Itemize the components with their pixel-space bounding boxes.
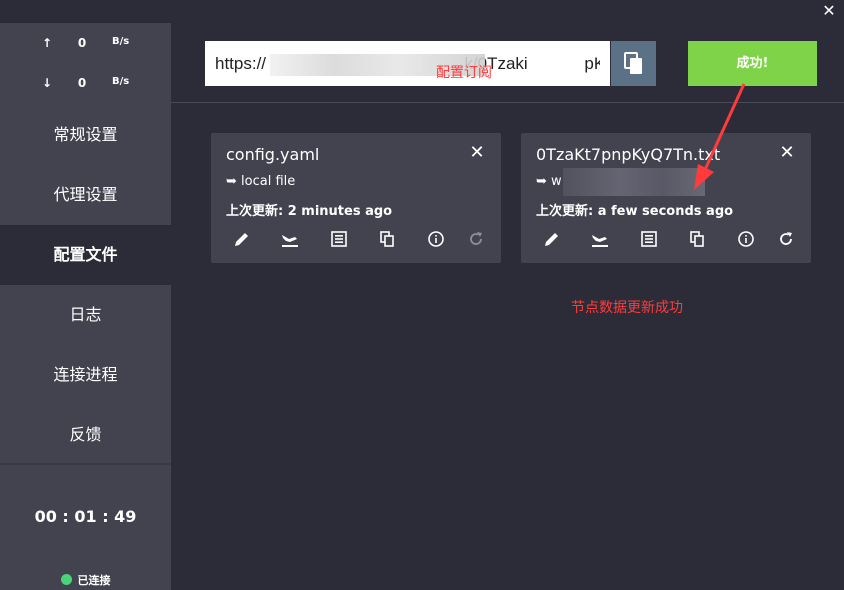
upload-unit: B/s (112, 36, 130, 47)
status-label: 已连接 (77, 574, 111, 587)
edit-icon[interactable] (541, 228, 563, 250)
close-icon[interactable]: ✕ (777, 143, 797, 163)
nav-general[interactable]: 常规设置 (0, 105, 171, 165)
download-unit: B/s (112, 76, 130, 87)
window-close-icon[interactable]: ✕ (820, 2, 838, 20)
title-bar: ✕ (0, 0, 844, 23)
uptime-timer: 00 : 01 : 49 (34, 507, 137, 526)
connection-status: 已连接 (0, 572, 171, 588)
refresh-icon[interactable] (465, 228, 487, 250)
profile-source: ➥ local file (226, 174, 296, 189)
status-dot-icon (60, 574, 72, 585)
refresh-icon[interactable] (775, 228, 797, 250)
speed-panel: ↑ 0 B/s ↓ 0 B/s (0, 23, 171, 103)
sidebar: ↑ 0 B/s ↓ 0 B/s 常规设置 代理设置 配置文件 日志 连接进程 反… (0, 23, 171, 590)
profile-card[interactable]: config.yaml ✕ ➥ local file 上次更新: 2 minut… (211, 133, 501, 263)
nav-feedback[interactable]: 反馈 (0, 405, 171, 465)
download-value: 0 (77, 76, 87, 90)
upload-arrow-icon: ↑ (42, 36, 53, 50)
download-speed: ↓ 0 B/s (0, 76, 171, 96)
list-icon[interactable] (328, 228, 350, 250)
profile-actions (223, 228, 493, 250)
profile-name: config.yaml (226, 145, 320, 164)
download-arrow-icon: ↓ (42, 76, 53, 90)
info-icon[interactable] (425, 228, 447, 250)
paste-icon (623, 51, 642, 74)
annotation-arrow-icon (694, 83, 746, 190)
source-redaction-blur (563, 168, 705, 196)
copy-icon[interactable] (686, 228, 708, 250)
nav-proxy[interactable]: 代理设置 (0, 165, 171, 225)
copy-icon[interactable] (376, 228, 398, 250)
plane-icon[interactable] (589, 228, 611, 250)
edit-icon[interactable] (231, 228, 253, 250)
annotation-subscribe: 配置订阅 (436, 65, 492, 81)
profile-source: ➥ w (536, 174, 562, 189)
profile-card[interactable]: 0TzaKt7pnpKyQ7Tn.txt ✕ ➥ w 上次更新: a few s… (521, 133, 811, 263)
annotation-update-success: 节点数据更新成功 (571, 300, 683, 316)
nav-connections[interactable]: 连接进程 (0, 345, 171, 405)
profile-actions (533, 228, 803, 250)
upload-speed: ↑ 0 B/s (0, 36, 171, 56)
list-icon[interactable] (638, 228, 660, 250)
profile-updated: 上次更新: a few seconds ago (536, 204, 734, 219)
info-icon[interactable] (735, 228, 757, 250)
profile-updated: 上次更新: 2 minutes ago (226, 204, 393, 219)
nav-profiles[interactable]: 配置文件 (0, 225, 171, 285)
paste-button[interactable] (611, 41, 656, 86)
plane-icon[interactable] (279, 228, 301, 250)
close-icon[interactable]: ✕ (467, 143, 487, 163)
nav-logs[interactable]: 日志 (0, 285, 171, 345)
upload-value: 0 (77, 36, 87, 50)
sidebar-divider (0, 463, 171, 465)
